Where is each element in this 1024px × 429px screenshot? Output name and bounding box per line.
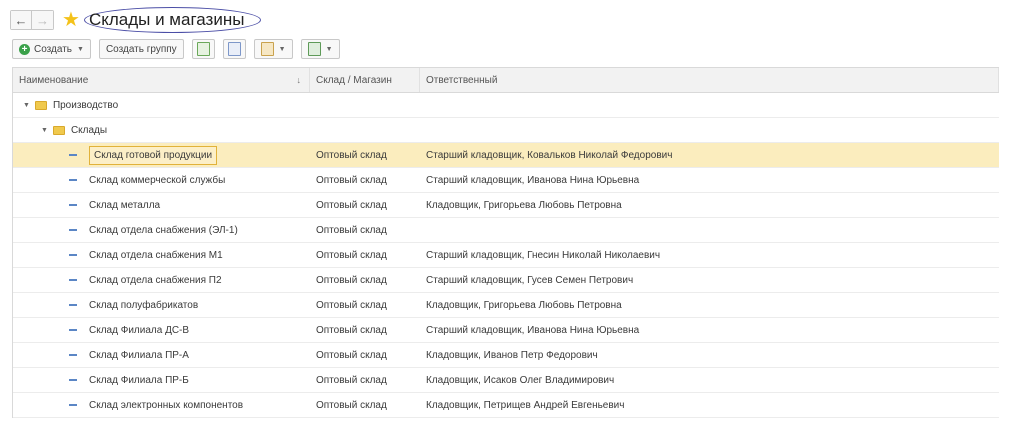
- row-type: Оптовый склад: [316, 224, 387, 236]
- row-responsible: Старший кладовщик, Иванова Нина Юрьевна: [426, 174, 640, 186]
- reports-button[interactable]: ▼: [300, 39, 340, 59]
- row-type: Оптовый склад: [316, 274, 387, 286]
- row-type: Оптовый склад: [316, 324, 387, 336]
- row-type: Оптовый склад: [316, 149, 387, 161]
- table-row[interactable]: Склад отдела снабжения П2 Оптовый склад …: [13, 268, 999, 293]
- item-dash-icon: [69, 329, 77, 331]
- item-dash-icon: [69, 179, 77, 181]
- table-row[interactable]: Склад Филиала ПР-А Оптовый склад Кладовщ…: [13, 343, 999, 368]
- table-row[interactable]: Склад полуфабрикатов Оптовый склад Кладо…: [13, 293, 999, 318]
- table-row[interactable]: Склад металла Оптовый склад Кладовщик, Г…: [13, 193, 999, 218]
- table-row[interactable]: Склад готовой продукции Оптовый склад Ст…: [13, 143, 999, 168]
- folder-icon: [52, 125, 65, 135]
- table-row[interactable]: Склад отдела снабжения (ЭЛ-1) Оптовый ск…: [13, 218, 999, 243]
- item-dash-icon: [69, 404, 77, 406]
- nav-buttons: ← →: [10, 10, 54, 30]
- chevron-down-icon: ▼: [77, 45, 84, 53]
- item-dash-icon: [69, 204, 77, 206]
- title-bar: ← → ★ Склады и магазины: [10, 6, 262, 34]
- group-label: Склады: [70, 124, 108, 136]
- warehouse-table: Наименование ↓ Склад / Магазин Ответстве…: [12, 67, 999, 418]
- row-responsible: Старший кладовщик, Гусев Семен Петрович: [426, 274, 634, 286]
- group-row[interactable]: ▼ Склады: [13, 118, 999, 143]
- item-dash-icon: [69, 304, 77, 306]
- create-button-label: Создать: [34, 43, 73, 55]
- item-dash-icon: [69, 229, 77, 231]
- forward-button[interactable]: →: [32, 10, 54, 30]
- row-name: Склад Филиала ПР-А: [89, 349, 189, 361]
- item-dash-icon: [69, 254, 77, 256]
- row-name: Склад коммерческой службы: [89, 174, 226, 186]
- row-type: Оптовый склад: [316, 349, 387, 361]
- group-row[interactable]: ▼ Производство: [13, 93, 999, 118]
- reports-icon: [307, 42, 321, 56]
- plus-icon: +: [19, 43, 30, 55]
- refresh-button[interactable]: [191, 39, 215, 59]
- table-row[interactable]: Склад коммерческой службы Оптовый склад …: [13, 168, 999, 193]
- row-name: Склад полуфабрикатов: [89, 299, 199, 311]
- table-row[interactable]: Склад электронных компонентов Оптовый ск…: [13, 393, 999, 418]
- item-dash-icon: [69, 354, 77, 356]
- row-name: Склад готовой продукции: [89, 145, 218, 165]
- chevron-down-icon: ▼: [325, 45, 333, 53]
- page-title: Склады и магазины: [83, 7, 262, 33]
- item-dash-icon: [69, 154, 77, 156]
- chevron-down-icon: ▼: [278, 45, 286, 53]
- row-name: Склад Филиала ПР-Б: [89, 374, 189, 386]
- create-button[interactable]: + Создать ▼: [12, 39, 91, 59]
- row-responsible: Кладовщик, Исаков Олег Владимирович: [426, 374, 615, 386]
- row-responsible: Старший кладовщик, Ковальков Николай Фед…: [426, 149, 673, 161]
- row-name: Склад Филиала ДС-В: [89, 324, 190, 336]
- create-group-label: Создать группу: [105, 43, 177, 55]
- row-name: Склад отдела снабжения М1: [89, 249, 223, 261]
- table-row[interactable]: Склад отдела снабжения М1 Оптовый склад …: [13, 243, 999, 268]
- chevron-down-icon[interactable]: ▼: [41, 127, 48, 134]
- row-responsible: Старший кладовщик, Гнесин Николай Никола…: [426, 249, 661, 261]
- column-header-type[interactable]: Склад / Магазин: [310, 68, 420, 92]
- item-dash-icon: [69, 279, 77, 281]
- row-responsible: Кладовщик, Григорьева Любовь Петровна: [426, 199, 622, 211]
- table-header: Наименование ↓ Склад / Магазин Ответстве…: [13, 68, 999, 93]
- row-responsible: Кладовщик, Петрищев Андрей Евгеньевич: [426, 399, 625, 411]
- list-icon: [227, 42, 241, 56]
- column-header-responsible[interactable]: Ответственный: [420, 68, 999, 92]
- row-name: Склад отдела снабжения П2: [89, 274, 222, 286]
- back-button[interactable]: ←: [10, 10, 32, 30]
- group-label: Производство: [52, 99, 119, 111]
- chevron-down-icon[interactable]: ▼: [23, 102, 30, 109]
- create-group-button[interactable]: Создать группу: [98, 39, 184, 59]
- item-dash-icon: [69, 379, 77, 381]
- row-type: Оптовый склад: [316, 399, 387, 411]
- table-row[interactable]: Склад Филиала ДС-В Оптовый склад Старший…: [13, 318, 999, 343]
- row-name: Склад металла: [89, 199, 161, 211]
- row-type: Оптовый склад: [316, 374, 387, 386]
- row-responsible: [420, 218, 999, 242]
- list-button[interactable]: [222, 39, 246, 59]
- sort-arrow-icon: ↓: [296, 75, 302, 85]
- row-type: Оптовый склад: [316, 174, 387, 186]
- row-name: Склад электронных компонентов: [89, 399, 244, 411]
- row-type: Оптовый склад: [316, 299, 387, 311]
- toolbar: + Создать ▼ Создать группу ▼ ▼: [12, 37, 348, 61]
- row-type: Оптовый склад: [316, 249, 387, 261]
- refresh-icon: [196, 42, 210, 56]
- row-responsible: Кладовщик, Григорьева Любовь Петровна: [426, 299, 622, 311]
- star-icon[interactable]: ★: [62, 10, 80, 30]
- column-header-name[interactable]: Наименование ↓: [13, 68, 310, 92]
- folder-icon: [34, 100, 47, 110]
- table-row[interactable]: Склад Филиала ПР-Б Оптовый склад Кладовщ…: [13, 368, 999, 393]
- print-icon: [260, 42, 274, 56]
- row-responsible: Кладовщик, Иванов Петр Федорович: [426, 349, 598, 361]
- row-name: Склад отдела снабжения (ЭЛ-1): [89, 224, 238, 236]
- arrow-left-icon: ←: [14, 12, 28, 28]
- arrow-right-icon: →: [36, 12, 49, 28]
- row-type: Оптовый склад: [316, 199, 387, 211]
- print-button[interactable]: ▼: [253, 39, 293, 59]
- row-responsible: Старший кладовщик, Иванова Нина Юрьевна: [426, 324, 640, 336]
